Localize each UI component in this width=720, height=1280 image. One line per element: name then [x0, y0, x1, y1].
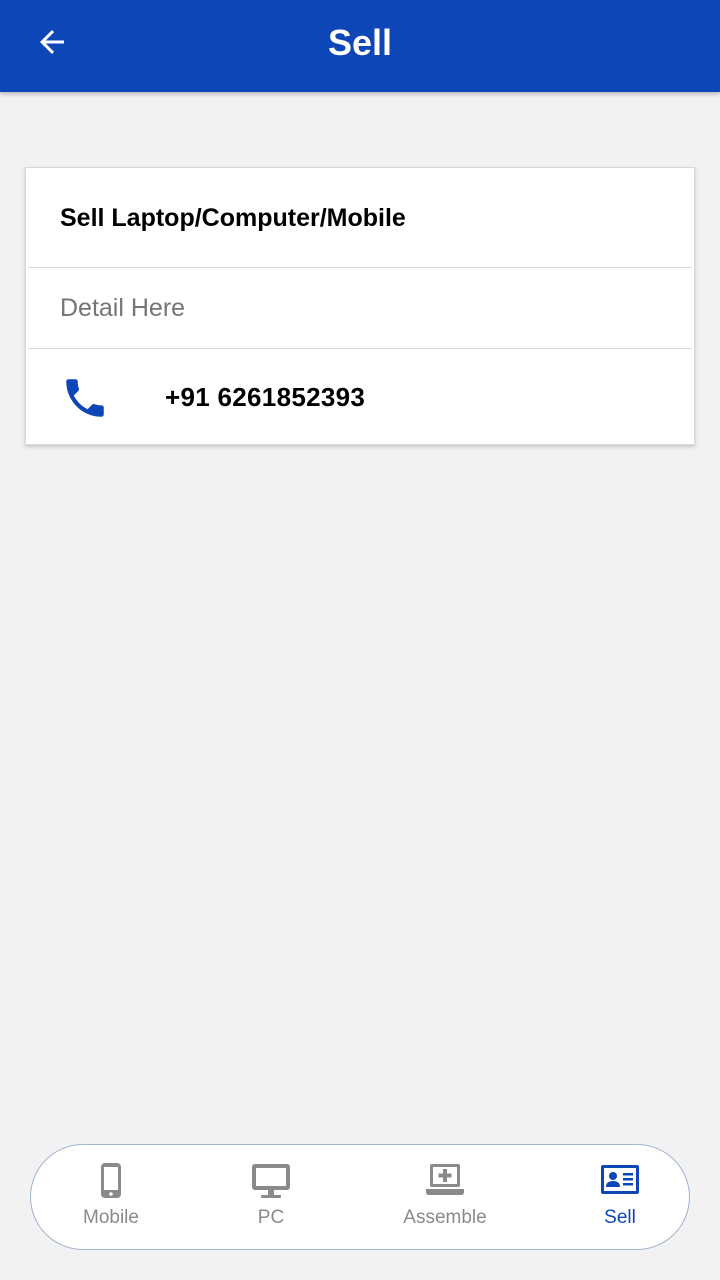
back-button[interactable] — [30, 20, 74, 64]
laptop-plus-icon — [426, 1164, 464, 1195]
phone-icon — [66, 379, 104, 417]
phone-number: +91 6261852393 — [165, 381, 366, 412]
sell-info-card: Sell Laptop/Computer/Mobile Detail Here … — [25, 167, 695, 445]
phone-contact-row[interactable]: +91 6261852393 — [26, 349, 694, 445]
arrow-left-icon — [40, 30, 64, 54]
monitor-icon — [252, 1164, 290, 1198]
nav-label-pc: PC — [257, 1207, 285, 1228]
nav-label-assemble: Assemble — [403, 1207, 487, 1228]
id-card-icon — [601, 1165, 639, 1194]
app-bar: Sell — [0, 0, 720, 92]
nav-item-pc[interactable]: PC — [211, 1145, 331, 1251]
nav-item-sell[interactable]: Sell — [560, 1145, 680, 1251]
page-title: Sell — [327, 22, 393, 63]
mobile-icon — [101, 1163, 121, 1198]
card-title: Sell Laptop/Computer/Mobile — [60, 203, 406, 232]
nav-item-assemble[interactable]: Assemble — [385, 1145, 505, 1251]
detail-text: Detail Here — [60, 294, 186, 322]
nav-label-mobile: Mobile — [83, 1207, 139, 1228]
bottom-navigation: Mobile PC Assemble Sell — [30, 1144, 690, 1250]
nav-label-sell: Sell — [604, 1207, 636, 1228]
nav-item-mobile[interactable]: Mobile — [51, 1145, 171, 1251]
